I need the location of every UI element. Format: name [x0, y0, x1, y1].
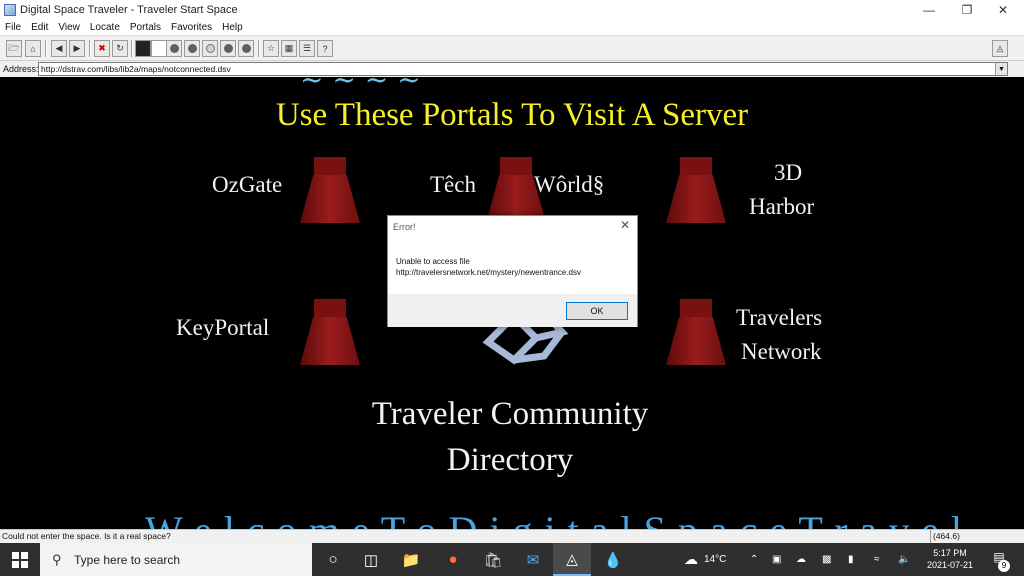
- partial-heading-text: ~ ~ ~ ~: [300, 77, 421, 96]
- dialog-footer: OK: [388, 294, 637, 327]
- open-folder-icon[interactable]: 🗁: [6, 40, 22, 57]
- menu-favorites[interactable]: Favorites: [166, 22, 217, 33]
- firefox-icon[interactable]: ●: [434, 543, 472, 576]
- help-icon[interactable]: ?: [317, 40, 333, 57]
- start-button[interactable]: [0, 543, 40, 576]
- partial-welcome-text: W e l c o m e T o D i g i t a l S p a c …: [145, 507, 963, 529]
- cortana-icon[interactable]: ○: [314, 543, 352, 576]
- app-logo-icon[interactable]: ◬: [992, 40, 1008, 57]
- weather-widget[interactable]: ☁ 14°C: [684, 543, 726, 576]
- back-arrow-icon[interactable]: ◀: [51, 40, 67, 57]
- viewport-headline: Use These Portals To Visit A Server: [275, 97, 749, 133]
- onedrive-icon[interactable]: ☁: [796, 543, 806, 576]
- book-icon[interactable]: ☰: [299, 40, 315, 57]
- reload-icon[interactable]: ↻: [112, 40, 128, 57]
- toolbar: 🗁 ⌂ ◀ ▶ ✖ ↻ ☆ ▦ ☰ ? ◬: [0, 35, 1024, 61]
- task-view-icon[interactable]: ◫: [352, 543, 390, 576]
- notification-center-icon[interactable]: ▤ 9: [988, 550, 1010, 572]
- view-mode-icon[interactable]: [135, 40, 151, 57]
- mail-icon[interactable]: ✉: [514, 543, 552, 576]
- dialog-title: Error!: [393, 222, 416, 232]
- address-input[interactable]: http://dstrav.com/libs/lib2a/maps/notcon…: [38, 62, 1008, 76]
- menu-help[interactable]: Help: [217, 22, 248, 33]
- taskbar-clock[interactable]: 5:17 PM 2021-07-21: [916, 547, 984, 571]
- paint-drop-icon[interactable]: 💧: [594, 543, 632, 576]
- toolbar-separator: [258, 40, 260, 57]
- search-placeholder: Type here to search: [74, 552, 181, 567]
- nav-dot-icon[interactable]: [166, 40, 182, 57]
- chevron-up-icon[interactable]: ⌃: [750, 543, 758, 576]
- portal-label-world: Wôrld§: [534, 172, 605, 197]
- clock-time: 5:17 PM: [933, 548, 967, 558]
- save-icon[interactable]: ▦: [281, 40, 297, 57]
- windows-taskbar: ⚲ Type here to search ○ ◫ 📁 ● 🛍 ✉ ◬ 💧 ☁ …: [0, 543, 1024, 576]
- file-explorer-icon[interactable]: 📁: [392, 543, 430, 576]
- dialog-message-line1: Unable to access file: [396, 257, 470, 266]
- portal-label-ozgate: OzGate: [212, 172, 283, 197]
- error-dialog: Error! ✕ Unable to access file http://tr…: [387, 215, 638, 327]
- menu-edit[interactable]: Edit: [26, 22, 53, 33]
- dialog-message-path: http://travelersnetwork.net/mystery/newe…: [396, 268, 581, 277]
- close-button[interactable]: ✕: [980, 0, 1024, 19]
- directory-title: Traveler Community Directory: [300, 391, 720, 483]
- cloud-icon: ☁: [684, 551, 698, 567]
- 3d-viewport[interactable]: ~ ~ ~ ~ Use These Portals To Visit A Ser…: [0, 77, 1024, 529]
- address-label: Address:: [3, 64, 39, 74]
- portal-label-network: Network: [741, 339, 822, 364]
- status-bar: Could not enter the space. Is it a real …: [0, 529, 1024, 543]
- application-window: Digital Space Traveler - Traveler Start …: [0, 0, 1024, 576]
- menu-locate[interactable]: Locate: [85, 22, 125, 33]
- menu-file[interactable]: File: [0, 22, 26, 33]
- windows-logo-icon: [12, 551, 28, 568]
- home-icon[interactable]: ⌂: [25, 40, 41, 57]
- portal-label-tech: Têch: [430, 172, 476, 197]
- battery-icon[interactable]: ▮: [848, 543, 854, 576]
- nav-dot-icon[interactable]: [220, 40, 236, 57]
- search-icon: ⚲: [52, 551, 62, 567]
- menu-portals[interactable]: Portals: [125, 22, 166, 33]
- nav-dot-icon[interactable]: [238, 40, 254, 57]
- weather-temperature: 14°C: [704, 554, 727, 565]
- window-title: Digital Space Traveler - Traveler Start …: [20, 3, 238, 16]
- notification-badge: 9: [998, 560, 1010, 572]
- tablet-icon[interactable]: ▩: [822, 543, 831, 576]
- menu-view[interactable]: View: [53, 22, 85, 33]
- taskbar-search-input[interactable]: ⚲ Type here to search: [40, 543, 312, 576]
- dialog-message: Unable to access file http://travelersne…: [396, 256, 581, 278]
- clock-date: 2021-07-21: [926, 560, 974, 570]
- digital-space-traveler-taskbar-icon[interactable]: ◬: [553, 543, 591, 576]
- chevron-down-icon[interactable]: ▼: [995, 63, 1007, 75]
- directory-title-line1: Traveler Community: [371, 396, 649, 432]
- status-coordinate: (464.6): [930, 530, 1024, 543]
- volume-icon[interactable]: 🔈: [898, 543, 910, 576]
- portal-label-travelers: Travelers: [736, 305, 823, 330]
- meet-now-icon[interactable]: ▣: [772, 543, 781, 576]
- wifi-icon[interactable]: ≈: [874, 543, 880, 576]
- portal-label-3d: 3D: [774, 160, 803, 185]
- favorites-icon[interactable]: ☆: [263, 40, 279, 57]
- toolbar-separator: [89, 40, 91, 57]
- close-icon[interactable]: ✕: [620, 218, 630, 232]
- portal-label-keyportal: KeyPortal: [176, 315, 270, 340]
- toolbar-separator: [131, 40, 133, 57]
- address-bar: Address: http://dstrav.com/libs/lib2a/ma…: [0, 61, 1024, 77]
- forward-arrow-icon[interactable]: ▶: [69, 40, 85, 57]
- status-text: Could not enter the space. Is it a real …: [2, 531, 171, 541]
- nav-dot-icon[interactable]: [202, 40, 218, 57]
- title-bar: Digital Space Traveler - Traveler Start …: [0, 0, 1024, 19]
- stop-icon[interactable]: ✖: [94, 40, 110, 57]
- directory-title-line2: Directory: [446, 442, 574, 478]
- portal-label-harbor: Harbor: [749, 194, 815, 219]
- menu-bar: File Edit View Locate Portals Favorites …: [0, 19, 1024, 35]
- store-icon[interactable]: 🛍: [474, 543, 512, 576]
- app-icon: [4, 3, 16, 16]
- ok-button[interactable]: OK: [566, 302, 628, 320]
- view-mode-alt-icon[interactable]: [151, 40, 167, 57]
- toolbar-separator: [45, 40, 47, 57]
- nav-dot-icon[interactable]: [184, 40, 200, 57]
